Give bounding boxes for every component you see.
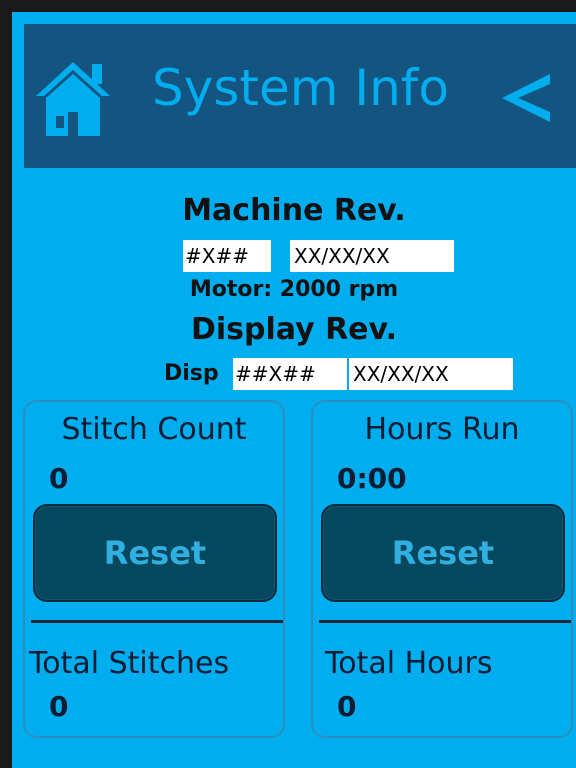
home-icon xyxy=(36,62,110,136)
motor-speed: Motor: 2000 rpm xyxy=(189,277,399,302)
total-hours-value: 0 xyxy=(337,690,357,723)
system-info-screen: System Info Machine Rev. #X## XX/XX/XX M… xyxy=(12,12,576,768)
display-rev-date: XX/XX/XX xyxy=(349,358,513,390)
reset-hours-button[interactable]: Reset xyxy=(321,504,565,602)
back-button[interactable] xyxy=(494,70,554,126)
total-stitches-value: 0 xyxy=(49,690,69,723)
display-rev-heading: Display Rev. xyxy=(190,312,398,347)
chevron-left-icon xyxy=(502,74,550,122)
home-button[interactable] xyxy=(32,56,114,138)
total-stitches-label: Total Stitches xyxy=(29,646,230,681)
divider xyxy=(319,620,571,623)
hours-run-label: Hours Run xyxy=(364,412,520,447)
machine-rev-code: #X## xyxy=(183,240,271,272)
divider xyxy=(31,620,283,623)
stitch-count-value: 0 xyxy=(49,462,69,495)
stitch-count-label: Stitch Count xyxy=(61,412,247,447)
page-title: System Info xyxy=(152,59,449,117)
reset-stitch-count-button[interactable]: Reset xyxy=(33,504,277,602)
display-rev-prefix: Disp xyxy=(164,361,219,386)
hours-run-value: 0:00 xyxy=(337,462,407,495)
machine-rev-heading: Machine Rev. xyxy=(182,193,406,228)
total-hours-label: Total Hours xyxy=(325,646,493,681)
display-rev-code: ##X## xyxy=(233,358,347,390)
stitch-count-card: Stitch Count 0 Reset Total Stitches 0 xyxy=(23,400,285,738)
hours-run-card: Hours Run 0:00 Reset Total Hours 0 xyxy=(311,400,573,738)
machine-rev-date: XX/XX/XX xyxy=(290,240,454,272)
